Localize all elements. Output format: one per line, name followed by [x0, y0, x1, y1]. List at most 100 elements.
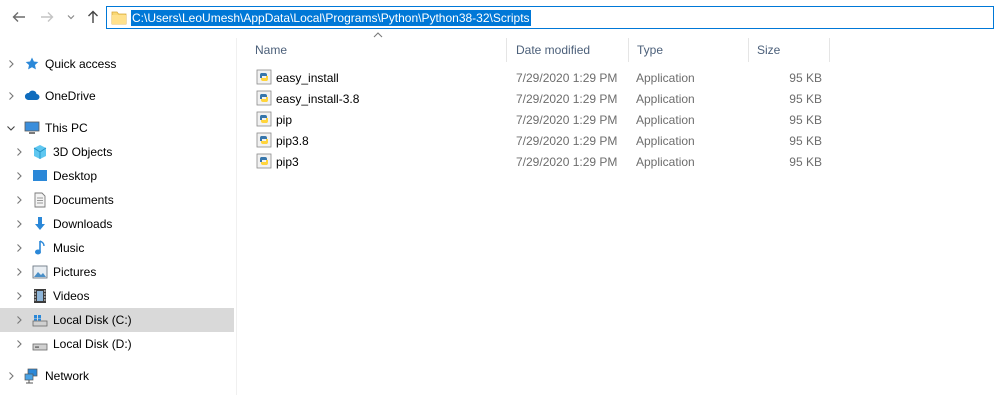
tree-item-label: Pictures — [53, 265, 97, 279]
address-path[interactable]: C:\Users\LeoUmesh\AppData\Local\Programs… — [131, 10, 531, 26]
file-type: Application — [636, 92, 695, 106]
navigation-bar: C:\Users\LeoUmesh\AppData\Local\Programs… — [0, 0, 994, 36]
tree-item-label: Music — [53, 241, 85, 255]
tree-item-label: Downloads — [53, 217, 113, 231]
chevron-right-icon[interactable] — [14, 267, 24, 277]
up-button[interactable] — [82, 6, 104, 28]
file-name: pip — [276, 113, 293, 127]
file-type: Application — [636, 155, 695, 169]
table-row[interactable]: easy_install 7/29/2020 1:29 PM Applicati… — [246, 67, 830, 88]
recent-locations-button[interactable] — [61, 6, 81, 28]
back-button[interactable] — [8, 6, 30, 28]
forward-button[interactable] — [36, 6, 58, 28]
tree-item-label: Documents — [53, 193, 114, 207]
folder-icon — [111, 11, 127, 25]
tree-item-local-disk-d[interactable]: Local Disk (D:) — [0, 332, 234, 356]
chevron-right-icon[interactable] — [6, 371, 16, 381]
chevron-right-icon[interactable] — [14, 171, 24, 181]
chevron-right-icon[interactable] — [14, 243, 24, 253]
tree-item-label: Local Disk (D:) — [53, 337, 132, 351]
table-row[interactable]: pip3 7/29/2020 1:29 PM Application 95 KB — [246, 151, 830, 172]
file-name: easy_install — [276, 71, 339, 85]
file-date: 7/29/2020 1:29 PM — [516, 134, 618, 148]
tree-item-label: OneDrive — [45, 89, 96, 103]
file-name: easy_install-3.8 — [276, 92, 360, 106]
file-list: Name Date modified Type Size easy_instal… — [246, 32, 994, 395]
column-header-size[interactable]: Size — [748, 38, 830, 62]
chevron-right-icon[interactable] — [14, 291, 24, 301]
file-date: 7/29/2020 1:29 PM — [516, 113, 618, 127]
python-app-icon — [256, 132, 272, 148]
tree-item-onedrive[interactable]: OneDrive — [0, 84, 234, 108]
tree-item-label: Quick access — [45, 57, 117, 71]
column-header-type[interactable]: Type — [628, 38, 749, 62]
arrow-left-icon — [12, 12, 25, 22]
file-date: 7/29/2020 1:29 PM — [516, 92, 618, 106]
chevron-down-icon — [67, 15, 75, 20]
star-icon — [25, 57, 39, 70]
file-name: pip3 — [276, 155, 299, 169]
navigation-pane: Quick access OneDrive This PC 3D Objects… — [0, 38, 237, 395]
chevron-right-icon[interactable] — [6, 59, 16, 69]
chevron-right-icon[interactable] — [14, 195, 24, 205]
address-bar[interactable]: C:\Users\LeoUmesh\AppData\Local\Programs… — [106, 6, 994, 29]
cloud-icon — [24, 90, 40, 100]
file-type: Application — [636, 113, 695, 127]
video-icon — [34, 289, 46, 303]
tree-item-label: Local Disk (C:) — [53, 313, 132, 327]
chevron-right-icon[interactable] — [14, 219, 24, 229]
chevron-down-icon[interactable] — [6, 123, 16, 133]
tree-item-label: Desktop — [53, 169, 98, 183]
desktop-icon — [33, 170, 47, 181]
tree-item-network[interactable]: Network — [0, 364, 234, 388]
chevron-right-icon[interactable] — [14, 147, 24, 157]
document-icon — [34, 192, 46, 208]
python-app-icon — [256, 111, 272, 127]
drive-icon — [32, 315, 48, 327]
tree-item-label: This PC — [45, 121, 88, 135]
picture-icon — [32, 265, 48, 279]
file-size: 95 KB — [789, 113, 822, 127]
chevron-right-icon[interactable] — [14, 339, 24, 349]
tree-item-pictures[interactable]: Pictures — [0, 260, 234, 284]
chevron-right-icon[interactable] — [6, 91, 16, 101]
tree-item-label: Network — [45, 369, 90, 383]
file-type: Application — [636, 134, 695, 148]
arrow-up-icon — [88, 10, 98, 23]
tree-item-downloads[interactable]: Downloads — [0, 212, 234, 236]
music-icon — [35, 240, 45, 255]
tree-item-this-pc[interactable]: This PC — [0, 116, 234, 140]
file-size: 95 KB — [789, 134, 822, 148]
python-app-icon — [256, 90, 272, 106]
tree-item-local-disk-c[interactable]: Local Disk (C:) — [0, 308, 234, 332]
drive-icon — [32, 343, 48, 351]
download-icon — [35, 217, 45, 230]
column-divider[interactable] — [829, 38, 830, 62]
python-app-icon — [256, 69, 272, 85]
cube-icon — [33, 145, 47, 159]
network-icon — [24, 368, 38, 384]
arrow-right-icon — [41, 12, 54, 22]
python-app-icon — [256, 153, 272, 169]
file-date: 7/29/2020 1:29 PM — [516, 155, 618, 169]
tree-item-label: 3D Objects — [53, 145, 113, 159]
tree-item-documents[interactable]: Documents — [0, 188, 234, 212]
file-date: 7/29/2020 1:29 PM — [516, 71, 618, 85]
table-row[interactable]: pip3.8 7/29/2020 1:29 PM Application 95 … — [246, 130, 830, 151]
tree-item-desktop[interactable]: Desktop — [0, 164, 234, 188]
file-size: 95 KB — [789, 71, 822, 85]
tree-item-music[interactable]: Music — [0, 236, 234, 260]
file-size: 95 KB — [789, 155, 822, 169]
column-header-name[interactable]: Name — [246, 38, 506, 62]
tree-item-label: Videos — [53, 289, 90, 303]
chevron-right-icon[interactable] — [14, 315, 24, 325]
column-header-date-modified[interactable]: Date modified — [507, 38, 628, 62]
file-name: pip3.8 — [276, 134, 309, 148]
table-row[interactable]: easy_install-3.8 7/29/2020 1:29 PM Appli… — [246, 88, 830, 109]
tree-item-videos[interactable]: Videos — [0, 284, 234, 308]
tree-item-3d-objects[interactable]: 3D Objects — [0, 140, 234, 164]
file-type: Application — [636, 71, 695, 85]
table-row[interactable]: pip 7/29/2020 1:29 PM Application 95 KB — [246, 109, 830, 130]
computer-icon — [24, 121, 40, 134]
tree-item-quick-access[interactable]: Quick access — [0, 52, 234, 76]
